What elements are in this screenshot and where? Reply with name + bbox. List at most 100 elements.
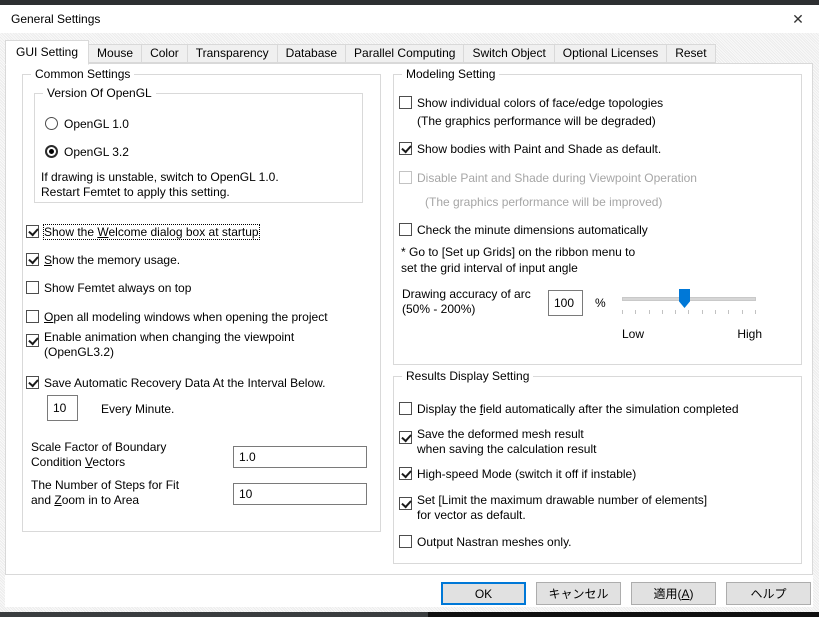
label-text: ) <box>690 587 694 601</box>
checkbox-show-femtet-on-top-label: Show Femtet always on top <box>44 281 191 295</box>
label-line1: Set [Limit the maximum drawable number o… <box>417 493 707 507</box>
checkbox-checked-icon[interactable] <box>399 497 412 510</box>
checkbox-show-individual-colors-label: Show individual colors of face/edge topo… <box>417 96 663 110</box>
grid-note-line2: set the grid interval of input angle <box>401 261 578 276</box>
apply-button[interactable]: 適用(A) <box>631 582 716 605</box>
checkbox-disabled-icon <box>399 171 412 184</box>
checkbox-save-deformed-mesh-label: Save the deformed mesh resultwhen saving… <box>417 427 596 457</box>
checkbox-save-deformed-mesh[interactable]: Save the deformed mesh resultwhen saving… <box>399 427 596 457</box>
checkbox-checked-icon[interactable] <box>399 467 412 480</box>
checkbox-display-field-automatically[interactable]: Display the field automatically after th… <box>399 402 739 416</box>
dialog-title: General Settings <box>11 12 100 26</box>
radio-opengl-3-2-label: OpenGL 3.2 <box>64 145 129 159</box>
checkbox-show-memory-usage[interactable]: Show the memory usage. <box>26 253 180 267</box>
arc-accuracy-slider-thumb[interactable] <box>679 289 690 308</box>
checkbox-checked-icon[interactable] <box>26 334 39 347</box>
checkbox-display-field-automatically-label: Display the field automatically after th… <box>417 402 739 416</box>
grid-note-line1: * Go to [Set up Grids] on the ribbon men… <box>401 245 635 260</box>
tab-color[interactable]: Color <box>141 44 188 63</box>
tab-parallel-computing[interactable]: Parallel Computing <box>345 44 464 63</box>
radio-circle-selected-icon[interactable] <box>45 145 58 158</box>
checkbox-checked-icon[interactable] <box>399 142 412 155</box>
title-bar[interactable]: General Settings ✕ <box>0 5 819 33</box>
checkbox-show-welcome-dialog[interactable]: Show the Welcome dialog box at startup <box>26 225 259 239</box>
label-accesskey: Z <box>54 493 61 507</box>
radio-circle-icon[interactable] <box>45 117 58 130</box>
tab-optional-licenses[interactable]: Optional Licenses <box>554 44 667 63</box>
label-text: how the memory usage. <box>52 253 180 267</box>
opengl-note-line2: Restart Femtet to apply this setting. <box>41 185 230 200</box>
checkbox-disable-paint-shade-label: Disable Paint and Shade during Viewpoint… <box>417 171 697 185</box>
group-results-display-setting: Results Display Setting Display the fiel… <box>393 376 802 564</box>
tab-transparency[interactable]: Transparency <box>187 44 278 63</box>
tab-database[interactable]: Database <box>277 44 346 63</box>
checkbox-show-individual-colors[interactable]: Show individual colors of face/edge topo… <box>399 96 663 110</box>
group-common-settings-legend: Common Settings <box>31 67 134 81</box>
checkbox-unchecked-icon[interactable] <box>399 96 412 109</box>
label-line2: and <box>31 493 54 507</box>
close-button[interactable]: ✕ <box>783 8 813 31</box>
interval-minutes-label: Every Minute. <box>101 402 174 417</box>
label-line2: for vector as default. <box>417 508 526 522</box>
checkbox-show-bodies-paint-shade-label: Show bodies with Paint and Shade as defa… <box>417 142 661 156</box>
help-button[interactable]: ヘルプ <box>726 582 811 605</box>
scale-factor-input[interactable] <box>233 446 367 468</box>
arc-accuracy-input[interactable] <box>548 290 583 316</box>
label-text: Show the <box>44 225 97 239</box>
cancel-button[interactable]: キャンセル <box>536 582 621 605</box>
group-modeling-setting-legend: Modeling Setting <box>402 67 499 81</box>
group-version-of-opengl-legend: Version Of OpenGL <box>43 86 156 100</box>
checkbox-show-femtet-on-top[interactable]: Show Femtet always on top <box>26 281 191 295</box>
checkbox-high-speed-mode[interactable]: High-speed Mode (switch it off if instab… <box>399 467 636 481</box>
checkbox-checked-icon[interactable] <box>26 376 39 389</box>
slider-range-labels: Low High <box>622 327 762 341</box>
label-line2: (50% - 200%) <box>402 302 475 316</box>
tab-switch-object[interactable]: Switch Object <box>463 44 554 63</box>
checkbox-output-nastran-only[interactable]: Output Nastran meshes only. <box>399 535 572 549</box>
label-line2: oom in to Area <box>62 493 139 507</box>
tab-reset[interactable]: Reset <box>666 44 715 63</box>
checkbox-unchecked-icon[interactable] <box>399 223 412 236</box>
general-settings-dialog: General Settings ✕ GUI Setting Mouse Col… <box>0 5 819 612</box>
checkbox-unchecked-icon[interactable] <box>26 281 39 294</box>
radio-opengl-3-2[interactable]: OpenGL 3.2 <box>45 145 129 159</box>
checkbox-check-minute-dimensions[interactable]: Check the minute dimensions automaticall… <box>399 223 648 237</box>
checkbox-unchecked-icon[interactable] <box>399 535 412 548</box>
checkbox-checked-icon[interactable] <box>26 253 39 266</box>
slider-low-label: Low <box>622 327 644 341</box>
tab-gui-setting[interactable]: GUI Setting <box>5 40 89 65</box>
checkbox-checked-icon[interactable] <box>26 225 39 238</box>
show-individual-colors-note: (The graphics performance will be degrad… <box>417 114 656 129</box>
checkbox-limit-drawable-elements[interactable]: Set [Limit the maximum drawable number o… <box>399 493 707 523</box>
slider-ticks <box>622 310 756 314</box>
checkbox-open-all-modeling-windows-label: Open all modeling windows when opening t… <box>44 310 328 324</box>
interval-minutes-input[interactable] <box>47 395 78 421</box>
label-text: ield automatically after the simulation … <box>483 402 738 416</box>
checkbox-unchecked-icon[interactable] <box>399 402 412 415</box>
tab-mouse[interactable]: Mouse <box>88 44 142 63</box>
checkbox-disable-paint-shade: Disable Paint and Shade during Viewpoint… <box>399 171 697 185</box>
label-accesskey: A <box>681 587 689 601</box>
checkbox-show-welcome-dialog-label: Show the Welcome dialog box at startup <box>44 225 259 239</box>
disable-paint-shade-note: (The graphics performance will be improv… <box>425 195 662 210</box>
fit-steps-input[interactable] <box>233 483 367 505</box>
label-line1: The Number of Steps for Fit <box>31 478 179 492</box>
checkbox-save-automatic-recovery[interactable]: Save Automatic Recovery Data At the Inte… <box>26 376 325 390</box>
checkbox-check-minute-dimensions-label: Check the minute dimensions automaticall… <box>417 223 648 237</box>
checkbox-show-bodies-paint-shade[interactable]: Show bodies with Paint and Shade as defa… <box>399 142 661 156</box>
label-text: Display the <box>417 402 480 416</box>
label-accesskey: W <box>97 225 108 239</box>
checkbox-open-all-modeling-windows[interactable]: Open all modeling windows when opening t… <box>26 310 328 324</box>
checkbox-output-nastran-only-label: Output Nastran meshes only. <box>417 535 572 549</box>
checkbox-enable-animation[interactable]: Enable animation when changing the viewp… <box>26 330 294 360</box>
checkbox-checked-icon[interactable] <box>399 431 412 444</box>
label-line1: Drawing accuracy of arc <box>402 287 531 301</box>
label-text: pen all modeling windows when opening th… <box>53 310 327 324</box>
scale-factor-label: Scale Factor of BoundaryCondition Vector… <box>31 440 166 470</box>
fit-steps-label: The Number of Steps for Fitand Zoom in t… <box>31 478 179 508</box>
ok-button[interactable]: OK <box>441 582 526 605</box>
help-button-label: ヘルプ <box>750 585 786 602</box>
checkbox-unchecked-icon[interactable] <box>26 310 39 323</box>
radio-opengl-1-0[interactable]: OpenGL 1.0 <box>45 117 129 131</box>
tab-page-gui-setting: Common Settings Version Of OpenGL OpenGL… <box>5 63 813 575</box>
